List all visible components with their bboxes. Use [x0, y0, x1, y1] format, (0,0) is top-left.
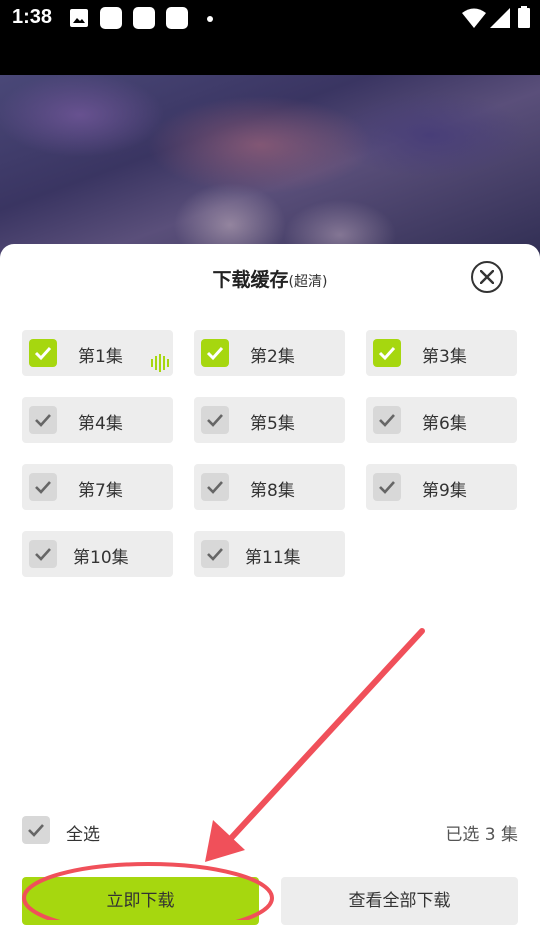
episode-label: 第2集	[250, 347, 295, 367]
check-icon	[35, 481, 51, 494]
check-icon	[378, 346, 396, 361]
check-icon	[35, 414, 51, 427]
image-icon	[70, 9, 88, 27]
battery-icon	[518, 6, 530, 28]
sheet-title-text: 下载缓存	[212, 269, 289, 291]
check-icon	[206, 346, 224, 361]
download-cache-sheet: 下载缓存(超清) 第1集 第2集 第3集 第4集 第5集 第6集 第7集 第8集…	[0, 244, 540, 925]
check-icon	[379, 481, 395, 494]
app-notification-icon	[100, 7, 122, 29]
episode-label: 第1集	[78, 347, 123, 367]
episode-label: 第11集	[245, 548, 301, 568]
app-notification-icon	[133, 7, 155, 29]
download-now-button[interactable]: 立即下载	[22, 877, 259, 925]
check-icon	[207, 548, 223, 561]
more-notifications-icon	[207, 16, 213, 22]
selected-count: 已选 3 集	[445, 825, 518, 845]
episode-checkbox[interactable]	[29, 406, 57, 434]
episode-checkbox[interactable]	[373, 473, 401, 501]
episode-item-1[interactable]: 第1集	[22, 330, 173, 376]
episode-checkbox[interactable]	[29, 473, 57, 501]
episode-checkbox-checked[interactable]	[373, 339, 401, 367]
status-time: 1:38	[12, 6, 53, 28]
app-notification-icon	[166, 7, 188, 29]
episode-item-10[interactable]: 第10集	[22, 531, 173, 577]
close-button[interactable]	[471, 261, 503, 293]
episode-checkbox[interactable]	[201, 406, 229, 434]
episode-label: 第7集	[78, 481, 123, 501]
quality-label: (超清)	[288, 274, 328, 290]
episode-label: 第4集	[78, 414, 123, 434]
check-icon	[379, 414, 395, 427]
status-bar: 1:38	[0, 0, 540, 36]
episode-item-6[interactable]: 第6集	[366, 397, 517, 443]
check-icon	[207, 414, 223, 427]
episode-item-4[interactable]: 第4集	[22, 397, 173, 443]
check-icon	[207, 481, 223, 494]
episode-label: 第9集	[422, 481, 467, 501]
episode-checkbox-checked[interactable]	[201, 339, 229, 367]
episode-item-5[interactable]: 第5集	[194, 397, 345, 443]
episode-label: 第10集	[73, 548, 129, 568]
playing-indicator-icon	[151, 354, 169, 372]
episode-label: 第8集	[250, 481, 295, 501]
episode-label: 第3集	[422, 347, 467, 367]
select-all-label[interactable]: 全选	[66, 820, 100, 845]
video-player[interactable]	[0, 75, 540, 265]
check-icon	[34, 346, 52, 361]
episode-checkbox[interactable]	[29, 540, 57, 568]
episode-label: 第6集	[422, 414, 467, 434]
close-icon	[480, 270, 494, 284]
episode-item-3[interactable]: 第3集	[366, 330, 517, 376]
check-icon	[35, 548, 51, 561]
episode-item-11[interactable]: 第11集	[194, 531, 345, 577]
episode-label: 第5集	[250, 414, 295, 434]
cellular-signal-icon	[490, 8, 510, 28]
check-icon	[28, 824, 44, 837]
select-all-checkbox[interactable]	[22, 816, 50, 844]
episode-checkbox[interactable]	[201, 540, 229, 568]
wifi-icon	[462, 8, 486, 28]
episode-checkbox-checked[interactable]	[29, 339, 57, 367]
episode-item-9[interactable]: 第9集	[366, 464, 517, 510]
episode-item-8[interactable]: 第8集	[194, 464, 345, 510]
episode-item-7[interactable]: 第7集	[22, 464, 173, 510]
episode-checkbox[interactable]	[373, 406, 401, 434]
video-top-band	[0, 36, 540, 75]
episode-item-2[interactable]: 第2集	[194, 330, 345, 376]
view-all-downloads-button[interactable]: 查看全部下载	[281, 877, 518, 925]
episode-checkbox[interactable]	[201, 473, 229, 501]
sheet-title: 下载缓存(超清)	[0, 265, 540, 292]
